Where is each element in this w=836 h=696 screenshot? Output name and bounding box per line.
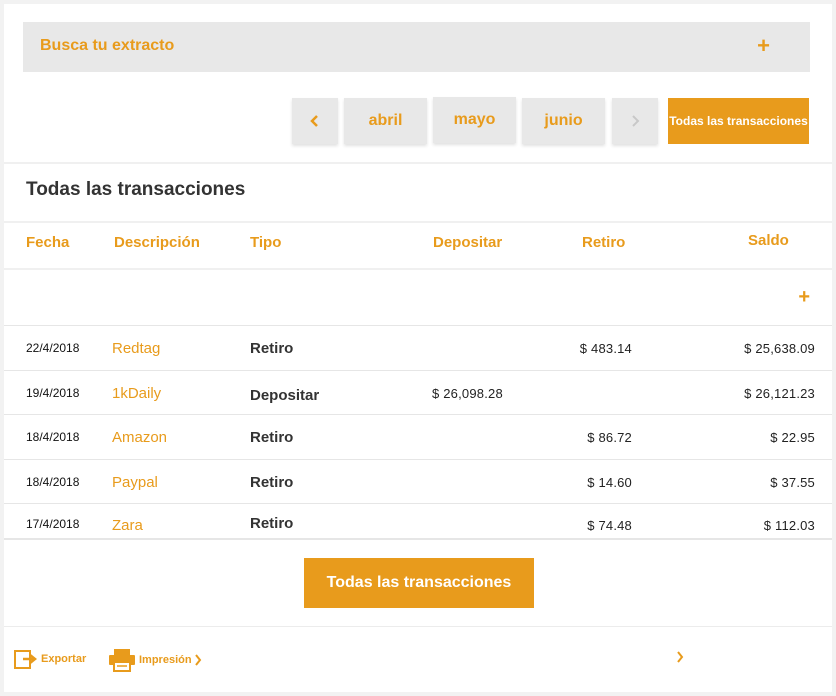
row-description[interactable]: Amazon (112, 415, 167, 459)
month-tab-mayo[interactable]: mayo (433, 97, 516, 143)
table-row[interactable]: 18/4/2018 Amazon Retiro $ 86.72 $ 22.95 (4, 414, 832, 458)
table-bottom-divider (4, 538, 832, 540)
row-balance: $ 26,121.23 (744, 385, 815, 401)
row-description[interactable]: Redtag (112, 326, 160, 370)
row-type: Retiro (250, 339, 294, 357)
table-row[interactable]: 17/4/2018 Zara Retiro $ 74.48 $ 112.03 (4, 503, 832, 539)
row-type: Depositar (250, 386, 320, 404)
table-row[interactable]: 18/4/2018 Paypal Retiro $ 14.60 $ 37.55 (4, 459, 832, 503)
row-balance: $ 25,638.09 (744, 340, 815, 356)
footer-divider (4, 626, 832, 627)
all-transactions-button[interactable]: Todas las transacciones (304, 558, 534, 608)
row-deposit: $ 26,098.28 (432, 385, 503, 401)
footer-next-chevron-icon[interactable] (676, 650, 684, 668)
row-type: Retiro (250, 473, 294, 491)
statement-search-label: Busca tu extracto (40, 37, 175, 54)
printer-icon (109, 649, 135, 672)
row-type: Retiro (250, 428, 294, 446)
chevron-right-icon (194, 654, 201, 666)
prev-month-button[interactable] (292, 98, 338, 144)
row-date: 22/4/2018 (26, 341, 80, 355)
print-link[interactable]: Impresión (108, 648, 202, 672)
expand-filters-plus-icon[interactable]: + (798, 286, 810, 309)
all-transactions-tab[interactable]: Todas las transacciones (668, 98, 809, 144)
section-divider (4, 162, 832, 164)
row-balance: $ 22.95 (770, 429, 815, 445)
row-description[interactable]: Paypal (112, 460, 158, 504)
expand-plus-icon[interactable]: + (757, 33, 770, 59)
column-header-description[interactable]: Descripción (114, 234, 200, 251)
header-divider-top (4, 221, 832, 223)
section-title: Todas las transacciones (26, 179, 246, 200)
row-balance: $ 37.55 (770, 474, 815, 490)
export-label: Exportar (41, 653, 87, 665)
table-row[interactable]: 19/4/2018 1kDaily Depositar $ 26,098.28 … (4, 370, 832, 414)
month-tab-abril[interactable]: abril (344, 98, 427, 144)
row-withdraw: $ 483.14 (579, 340, 632, 356)
row-type: Retiro (250, 514, 294, 532)
chevron-left-icon (310, 115, 318, 127)
column-header-withdraw[interactable]: Retiro (582, 234, 625, 251)
column-header-type[interactable]: Tipo (250, 234, 281, 251)
row-withdraw: $ 14.60 (587, 474, 632, 490)
column-header-balance[interactable]: Saldo (748, 232, 789, 249)
month-tab-junio[interactable]: junio (522, 98, 605, 144)
statement-search-bar[interactable]: Busca tu extracto + (23, 22, 810, 72)
header-divider-bottom (4, 268, 832, 270)
table-row[interactable]: 22/4/2018 Redtag Retiro $ 483.14 $ 25,63… (4, 325, 832, 369)
chevron-right-icon (632, 115, 640, 127)
next-month-button[interactable] (612, 98, 658, 144)
row-withdraw: $ 86.72 (587, 429, 632, 445)
row-date: 19/4/2018 (26, 386, 80, 400)
row-date: 18/4/2018 (26, 430, 80, 444)
export-link[interactable]: Exportar (14, 648, 86, 670)
column-header-date[interactable]: Fecha (26, 234, 69, 251)
export-icon (14, 650, 38, 669)
column-header-deposit[interactable]: Depositar (433, 234, 502, 251)
row-date: 18/4/2018 (26, 475, 80, 489)
row-description[interactable]: 1kDaily (112, 371, 161, 415)
print-label: Impresión (139, 654, 192, 666)
